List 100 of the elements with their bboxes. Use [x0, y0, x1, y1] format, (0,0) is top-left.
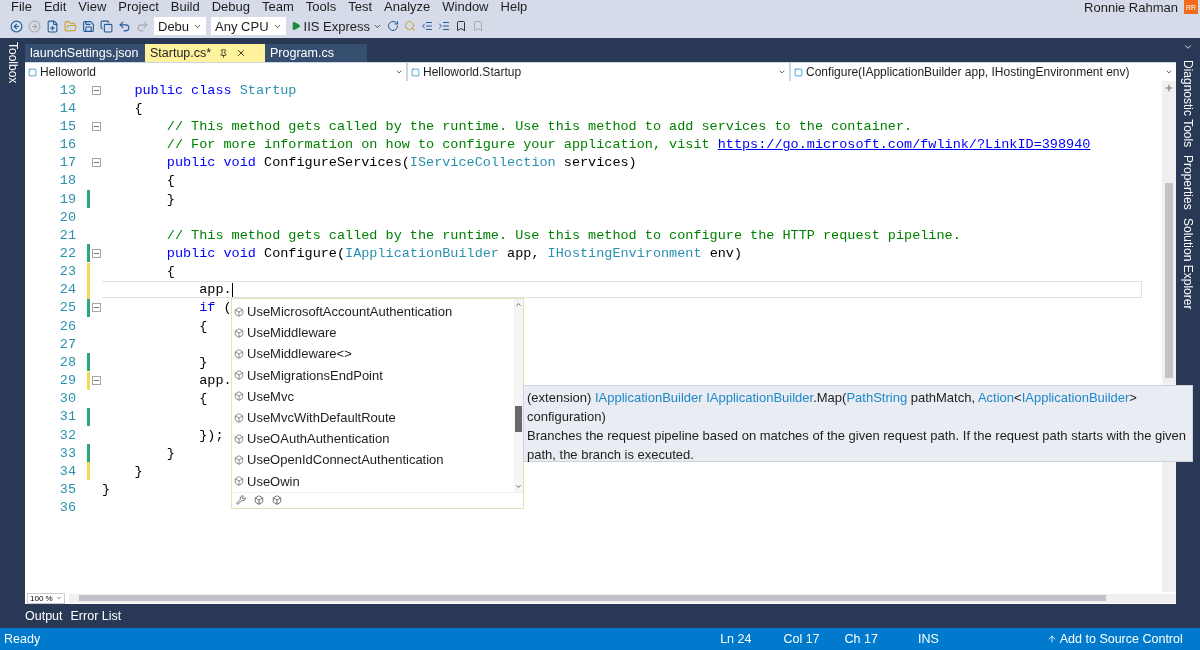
- completion-item[interactable]: UseMvc: [232, 385, 514, 407]
- bookmark-icon[interactable]: [455, 20, 467, 32]
- line-number: 30: [58, 391, 76, 407]
- run-button[interactable]: IIS Express: [290, 18, 382, 34]
- save-all-icon[interactable]: [100, 19, 113, 33]
- collapse-icon[interactable]: [91, 376, 101, 386]
- collapse-icon[interactable]: [91, 249, 101, 258]
- description-text: Branches the request pipeline based on matches of the given request path. If the request path starts with the given path, the branch is executed.: [527, 427, 1188, 464]
- line-number: 17: [58, 155, 76, 171]
- menu-item[interactable]: Team: [257, 0, 301, 14]
- account-name[interactable]: Ronnie Rahman: [1084, 0, 1178, 15]
- completion-item[interactable]: UseOAuthAuthentication: [232, 428, 514, 450]
- file-tab[interactable]: Program.cs: [265, 44, 367, 62]
- cube-icon[interactable]: [254, 495, 264, 506]
- code-line: }: [102, 481, 111, 498]
- menu-item[interactable]: Analyze: [379, 0, 438, 14]
- line-number: 35: [58, 482, 76, 497]
- file-tab[interactable]: launchSettings.json: [25, 44, 145, 62]
- refresh-icon[interactable]: [387, 20, 399, 32]
- line-number: 19: [58, 191, 76, 207]
- line-number: 24: [58, 282, 76, 298]
- scroll-up-icon[interactable]: [515, 301, 522, 308]
- source-control-button[interactable]: Add to Source Control: [1046, 632, 1183, 646]
- completion-item[interactable]: UseMigrationsEndPoint: [232, 364, 514, 386]
- code-line: public void Configure(IApplicationBuilder app, IHostingEnvironment env): [165, 245, 743, 262]
- navigation-dropdown[interactable]: Helloworld.Startup: [408, 63, 790, 81]
- play-icon: [290, 21, 301, 31]
- menu-item[interactable]: Test: [343, 0, 379, 14]
- collapse-icon[interactable]: [91, 158, 101, 168]
- panel-tab[interactable]: Output: [25, 609, 63, 623]
- line-number: 15: [58, 118, 76, 134]
- line-number: 16: [58, 137, 76, 153]
- outdent-icon[interactable]: [421, 20, 433, 32]
- text-cursor: [231, 282, 233, 297]
- line-number: 36: [58, 500, 76, 516]
- class-icon: [794, 67, 804, 77]
- code-line: {: [198, 317, 208, 335]
- new-file-icon[interactable]: [46, 19, 59, 33]
- wrench-icon[interactable]: [236, 495, 246, 506]
- split-icon[interactable]: [1164, 83, 1174, 93]
- menu-item[interactable]: Tools: [300, 0, 344, 14]
- panel-tab[interactable]: Diagnostic Tools: [1181, 60, 1195, 148]
- file-tab[interactable]: Startup.cs*: [145, 44, 265, 62]
- save-icon[interactable]: [82, 19, 95, 33]
- signature-text: (extension) IApplicationBuilder IApplicationBuilder.Map(PathString pathMatch, Action<IApplicationBuilder> configuration): [527, 389, 1138, 426]
- char-indicator: Ch 17: [844, 632, 878, 646]
- navigation-dropdown[interactable]: Configure(IApplicationBuilder app, IHostingEnvironment env): [791, 63, 1176, 81]
- cube-icon: [234, 454, 244, 465]
- cube-icon: [234, 306, 244, 317]
- scroll-down-icon[interactable]: [515, 482, 522, 490]
- line-number: 29: [58, 373, 76, 389]
- menu-item[interactable]: View: [73, 0, 114, 14]
- panel-tab[interactable]: Properties: [1181, 155, 1195, 210]
- menu-item[interactable]: Project: [113, 0, 166, 14]
- completion-item[interactable]: UseMvcWithDefaultRoute: [232, 406, 514, 429]
- completion-item[interactable]: UseOwin: [232, 470, 514, 492]
- collapse-icon[interactable]: [91, 85, 101, 95]
- panel-tab[interactable]: Error List: [70, 609, 122, 623]
- class-icon: [28, 67, 37, 77]
- configuration-dropdown[interactable]: Debu: [154, 17, 207, 35]
- code-line: public void ConfigureServices(IServiceCollection services): [165, 154, 637, 172]
- code-link[interactable]: https://go.microsoft.com/fwlink/?LinkID=398940: [717, 137, 1091, 153]
- panel-tab[interactable]: Solution Explorer: [1181, 217, 1195, 310]
- line-number: 26: [58, 318, 76, 334]
- scrollbar-thumb[interactable]: [515, 406, 522, 432]
- code-line: }: [165, 190, 175, 208]
- completion-item[interactable]: UseOpenIdConnectAuthentication: [232, 449, 514, 471]
- scrollbar-thumb[interactable]: [78, 595, 1106, 601]
- line-number: 34: [58, 463, 76, 479]
- collapse-icon[interactable]: [91, 121, 101, 131]
- zoom-dropdown[interactable]: 100 %: [27, 592, 65, 604]
- code-line: });: [198, 426, 224, 444]
- menu-item[interactable]: File: [6, 0, 39, 14]
- line-number: 33: [58, 445, 76, 461]
- menu-item[interactable]: Edit: [38, 0, 74, 14]
- scrollbar-thumb[interactable]: [1165, 183, 1173, 378]
- panel-tab[interactable]: Toolbox: [5, 42, 20, 84]
- back-icon[interactable]: [10, 19, 23, 33]
- collapse-icon[interactable]: [91, 303, 101, 313]
- navigation-dropdown[interactable]: Helloworld: [25, 63, 406, 81]
- menu-item[interactable]: Window: [437, 0, 496, 14]
- scrollbar[interactable]: [68, 593, 1176, 603]
- cube-icon: [234, 348, 244, 359]
- line-number: 18: [58, 173, 76, 189]
- line-number: 28: [58, 354, 76, 370]
- completion-item[interactable]: UseMicrosoftAccountAuthentication: [232, 301, 514, 323]
- menu-item[interactable]: Build: [165, 0, 207, 14]
- menu-item[interactable]: Debug: [206, 0, 257, 14]
- indent-icon[interactable]: [438, 20, 450, 32]
- completion-item[interactable]: UseMiddleware<>: [232, 343, 514, 365]
- menu-item[interactable]: Help: [495, 0, 535, 14]
- scrollbar[interactable]: [514, 299, 523, 492]
- code-line: }: [133, 462, 143, 480]
- completion-item[interactable]: UseMiddleware: [232, 322, 514, 344]
- close-icon[interactable]: [236, 48, 247, 58]
- cube-icon[interactable]: [272, 495, 282, 506]
- dropdown-icon[interactable]: [1183, 42, 1193, 52]
- pin-icon[interactable]: [219, 48, 229, 58]
- undo-icon[interactable]: [118, 19, 131, 33]
- platform-dropdown[interactable]: Any CPU: [211, 17, 286, 35]
